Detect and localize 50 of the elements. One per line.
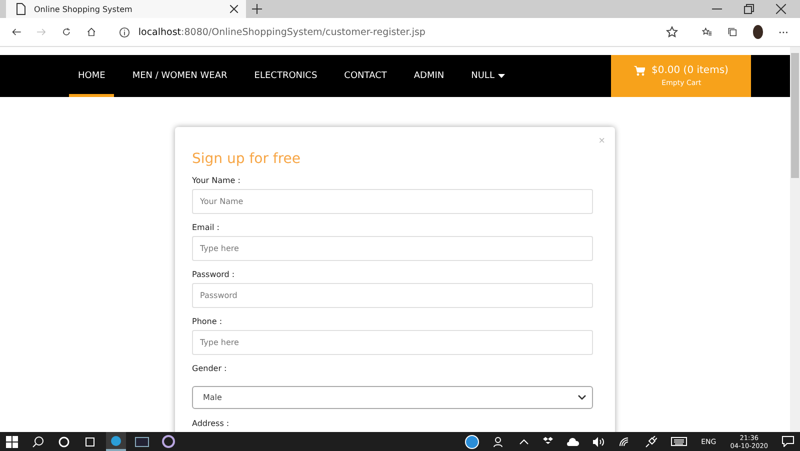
gender-dropdown[interactable]: Male <box>192 386 593 409</box>
field-label: Email : <box>192 223 220 232</box>
input-field[interactable]: Type here <box>192 236 593 261</box>
chevron-up-icon[interactable] <box>519 438 530 444</box>
box-icon[interactable] <box>543 436 554 446</box>
circle-icon[interactable] <box>58 436 70 448</box>
field-label: Address : <box>192 419 230 428</box>
more-icon[interactable] <box>779 30 788 34</box>
nav-link[interactable]: NULL <box>462 55 514 97</box>
collections-icon[interactable] <box>728 26 737 38</box>
nav-link[interactable]: ELECTRONICS <box>245 55 326 97</box>
favorites-icon[interactable] <box>702 26 712 38</box>
star-icon[interactable] <box>666 26 678 38</box>
input-field[interactable]: Your Name <box>192 189 593 214</box>
notification-icon[interactable] <box>782 436 794 447</box>
field-label: Your Name : <box>192 176 242 185</box>
browser-taskbar-icon[interactable] <box>106 432 126 451</box>
close-icon[interactable] <box>776 4 786 14</box>
page-icon <box>16 3 26 15</box>
task-view-icon[interactable] <box>84 436 96 448</box>
restore-icon[interactable] <box>744 4 754 14</box>
home-icon[interactable] <box>86 26 96 38</box>
nav-link[interactable]: CONTACT <box>335 55 396 97</box>
input-field[interactable]: Type here <box>192 330 593 355</box>
profile-avatar[interactable] <box>752 25 764 39</box>
back-icon[interactable] <box>12 27 21 37</box>
cloud-icon[interactable] <box>567 438 580 446</box>
scrollbar[interactable] <box>790 47 800 432</box>
nav-link[interactable]: ADMIN <box>404 55 454 97</box>
field-label: Gender : <box>192 364 228 373</box>
plug-icon[interactable] <box>645 436 658 448</box>
help-icon[interactable] <box>465 434 480 448</box>
browser-tab[interactable]: Online Shopping System <box>6 0 246 18</box>
field-label: Phone : <box>192 317 224 326</box>
search-icon[interactable] <box>32 436 44 448</box>
input-field[interactable]: Password <box>192 283 593 308</box>
windows-start-icon[interactable] <box>6 436 18 448</box>
speaker-icon[interactable] <box>593 436 606 446</box>
cart-icon <box>634 66 646 76</box>
new-tab-icon[interactable] <box>252 4 262 14</box>
people-icon[interactable] <box>493 436 506 448</box>
keyboard-icon[interactable] <box>671 437 688 446</box>
refresh-icon[interactable] <box>62 26 71 38</box>
modal-title: Sign up for free <box>192 151 300 167</box>
chevron-icon <box>578 395 586 400</box>
info-icon <box>119 26 130 38</box>
nav-link[interactable]: MEN / WOMEN WEAR <box>123 55 236 97</box>
close-icon[interactable] <box>230 5 238 13</box>
field-label: Password : <box>192 270 236 279</box>
nav-link[interactable]: HOME <box>69 55 114 97</box>
